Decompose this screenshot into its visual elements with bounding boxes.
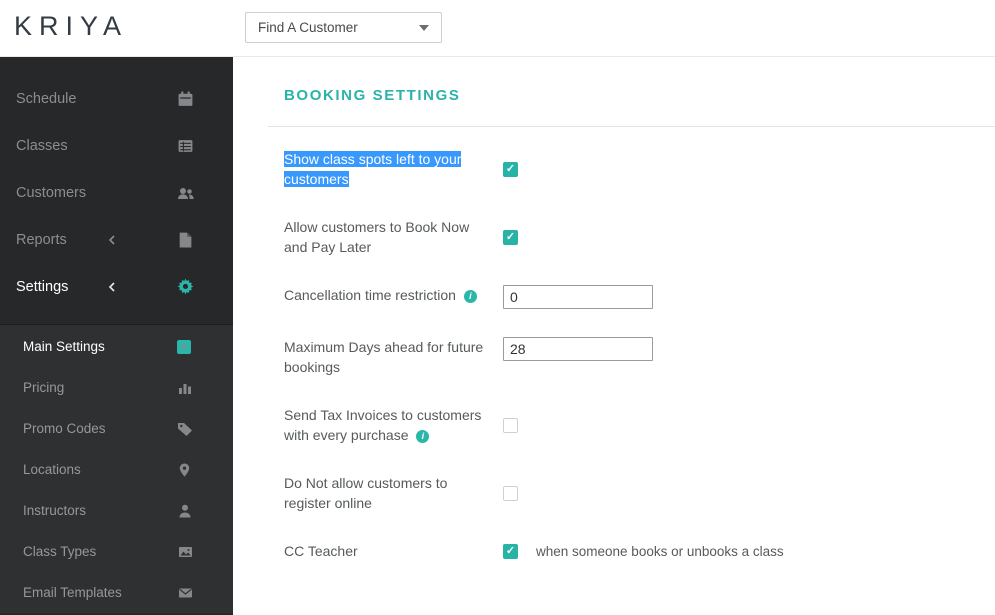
chevron-down-icon [419,24,429,31]
sidebar-item-instructors[interactable]: Instructors [0,490,233,531]
setting-label: Cancellation time restriction [284,285,489,305]
gear-icon [177,278,194,295]
plus-square-icon [177,339,191,354]
no-register-checkbox[interactable] [503,485,518,501]
table-icon [177,137,194,154]
setting-row-cc-teacher: CC Teacher when someone books or unbooks… [284,541,995,561]
setting-label: Do Not allow customers to register onlin… [284,475,448,511]
sidebar-item-email-templates[interactable]: Email Templates [0,572,233,613]
sidebar-item-locations[interactable]: Locations [0,449,233,490]
sidebar-item-class-types[interactable]: Class Types [0,531,233,572]
sub-item-label: Promo Codes [23,421,106,436]
info-icon[interactable] [416,429,430,443]
sidebar-item-label: Customers [16,184,87,201]
page-title: BOOKING SETTINGS [284,87,461,104]
settings-submenu: Main Settings Pricing Promo Codes Locati… [0,324,233,613]
sub-item-label: Locations [23,462,81,477]
selected-text: Show class spots left to your customers [284,151,462,187]
sub-item-label: Main Settings [23,339,105,354]
cc-teacher-checkbox[interactable] [503,543,518,559]
image-icon [177,544,194,560]
pay-later-checkbox[interactable] [503,229,518,245]
sidebar-item-classes[interactable]: Classes [0,122,233,169]
calendar-icon [177,90,194,107]
sub-item-label: Class Types [23,544,97,559]
cc-teacher-suffix: when someone books or unbooks a class [536,543,784,559]
sub-item-label: Pricing [23,380,65,395]
tag-icon [177,421,193,437]
sidebar-item-label: Schedule [16,90,77,107]
setting-label-text: Cancellation time restriction [284,287,456,303]
setting-label: Allow customers to Book Now and Pay Late… [284,219,470,255]
sidebar-item-label: Settings [16,278,69,295]
cancellation-time-input[interactable] [503,285,653,309]
setting-label: Maximum Days ahead for future bookings [284,339,484,375]
sub-item-label: Instructors [23,503,87,518]
sidebar-item-customers[interactable]: Customers [0,169,233,216]
info-icon[interactable] [463,289,477,303]
setting-row-max-days: Maximum Days ahead for future bookings [284,337,995,377]
sub-item-label: Email Templates [23,585,122,600]
find-customer-label: Find A Customer [258,20,358,35]
sidebar: Schedule Classes Customers Reports Setti… [0,57,233,615]
bar-chart-icon [177,380,193,396]
chevron-left-icon [108,281,116,292]
tax-invoices-checkbox[interactable] [503,417,518,433]
top-header: KRIYA Find A Customer [0,0,995,57]
sidebar-item-label: Reports [16,231,67,248]
main-content: BOOKING SETTINGS Show class spots left t… [233,57,995,615]
setting-label: CC Teacher [284,543,358,559]
find-customer-dropdown[interactable]: Find A Customer [245,12,442,43]
envelope-icon [177,585,194,601]
sidebar-item-reports[interactable]: Reports [0,216,233,263]
booking-settings-form: Show class spots left to your customers … [284,149,995,561]
setting-label: Send Tax Invoices to customers with ever… [284,405,489,445]
chevron-left-icon [108,234,116,245]
setting-label: Show class spots left to your customers [284,149,489,189]
sidebar-item-schedule[interactable]: Schedule [0,75,233,122]
setting-row-no-register: Do Not allow customers to register onlin… [284,473,995,513]
sidebar-item-settings[interactable]: Settings [0,263,233,310]
setting-row-pay-later: Allow customers to Book Now and Pay Late… [284,217,995,257]
file-icon [177,231,193,248]
person-icon [177,503,193,519]
max-days-input[interactable] [503,337,653,361]
sidebar-item-main-settings[interactable]: Main Settings [0,326,233,367]
show-spots-checkbox[interactable] [503,161,518,177]
setting-row-show-spots: Show class spots left to your customers [284,149,995,189]
sidebar-item-promo-codes[interactable]: Promo Codes [0,408,233,449]
setting-row-cancellation: Cancellation time restriction [284,285,995,309]
users-icon [177,184,195,201]
sidebar-item-pricing[interactable]: Pricing [0,367,233,408]
divider [268,126,995,127]
sidebar-item-label: Classes [16,137,68,154]
map-pin-icon [177,462,192,478]
setting-label-text: Send Tax Invoices to customers with ever… [284,407,482,443]
kriya-logo: KRIYA [14,11,129,41]
setting-row-tax-invoices: Send Tax Invoices to customers with ever… [284,405,995,445]
